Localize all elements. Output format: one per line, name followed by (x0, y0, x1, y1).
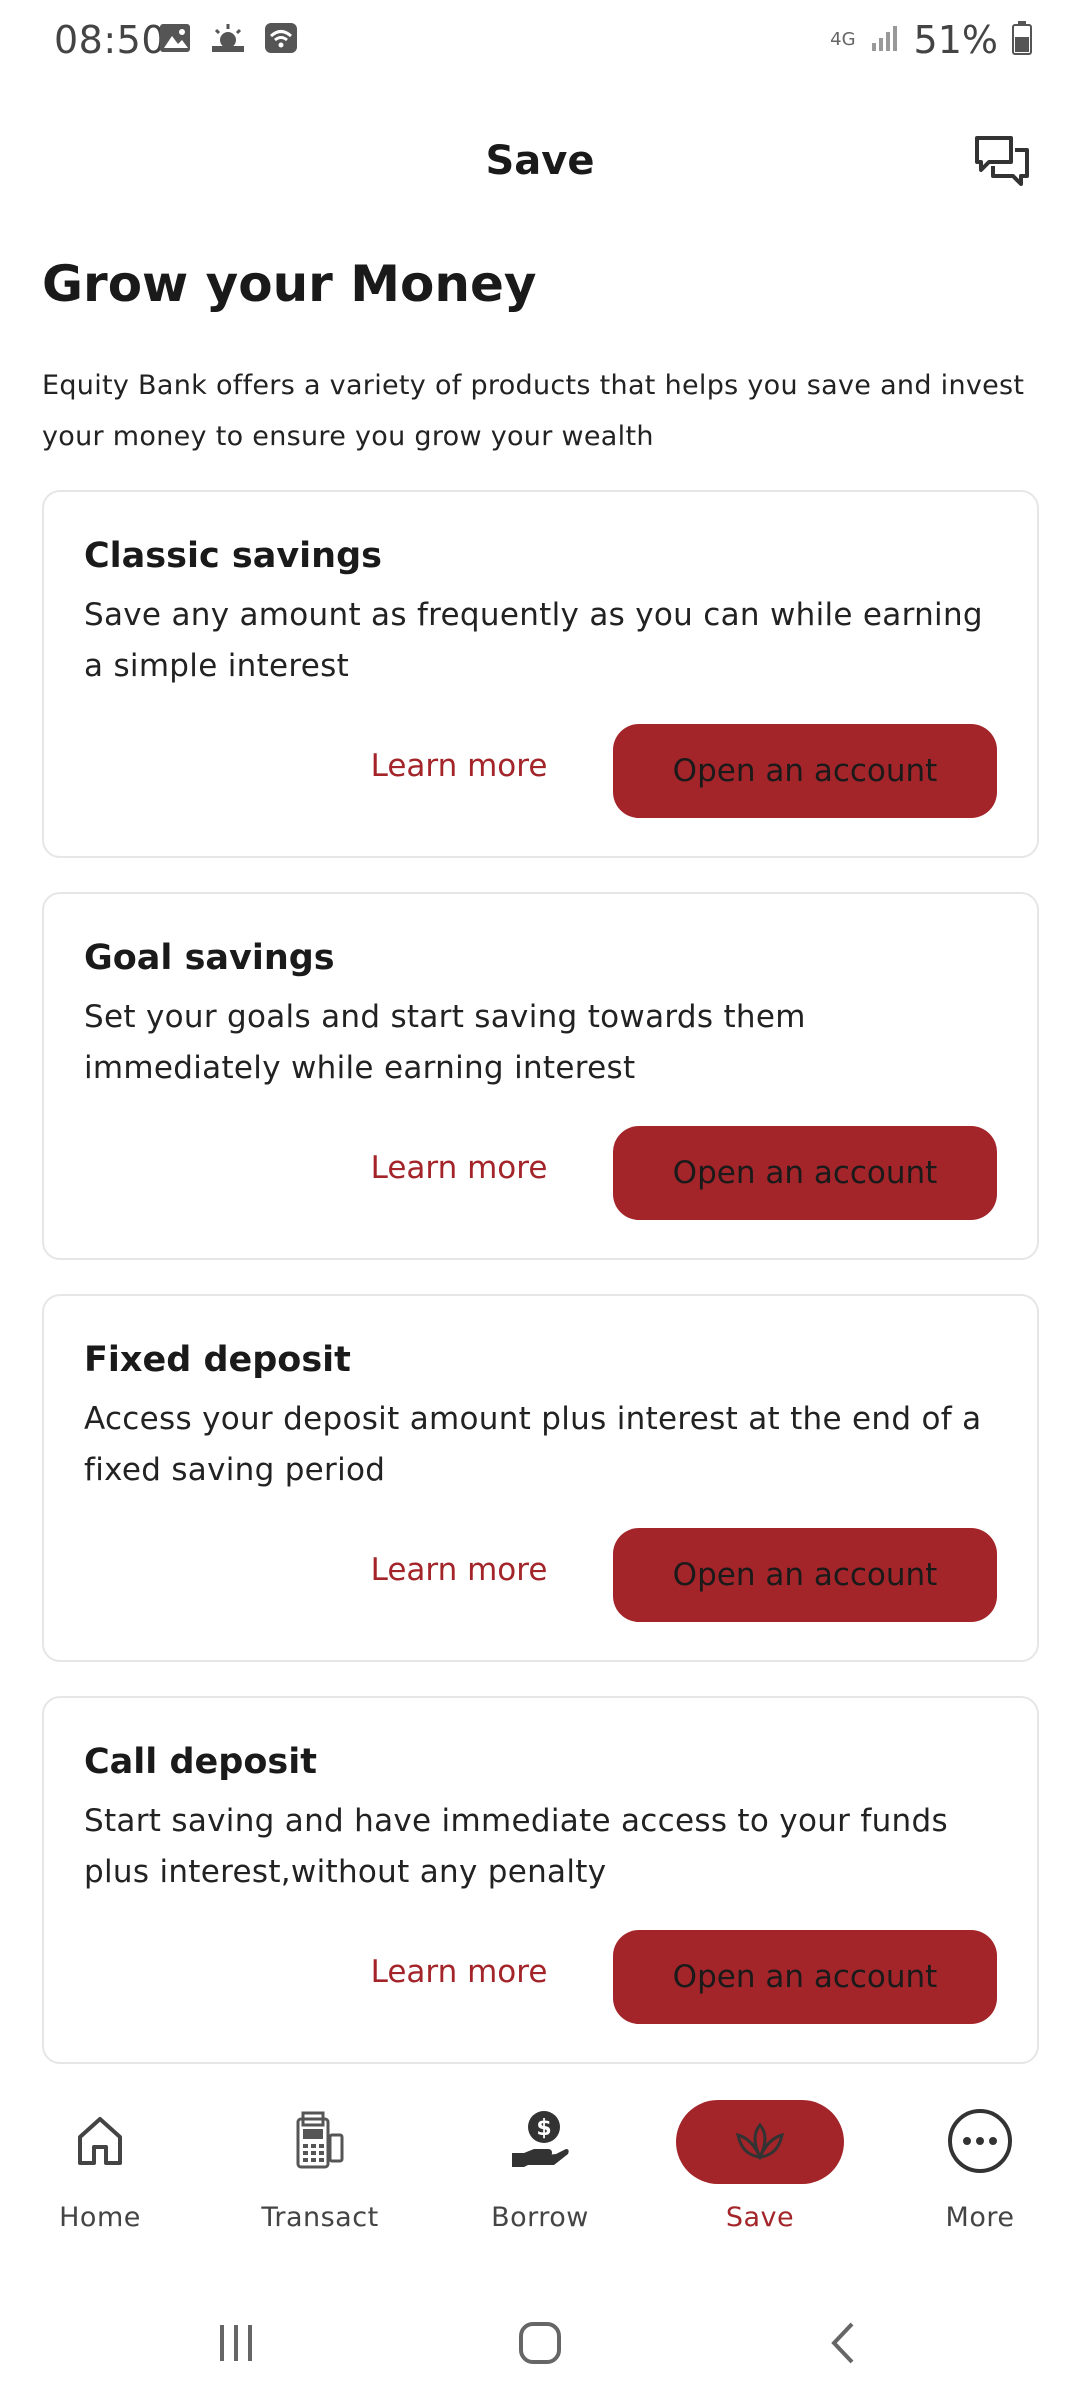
section-description: Equity Bank offers a variety of products… (42, 370, 1025, 452)
chat-button[interactable] (966, 128, 1038, 200)
money-hand-icon: $ (495, 2106, 585, 2176)
nav-label: Transact (261, 2202, 379, 2233)
bottom-navigation: Home Transact $ Borrow Save More (0, 2080, 1080, 2240)
status-time: 08:50 (54, 18, 167, 62)
nav-label: Home (59, 2202, 141, 2233)
battery-icon (1012, 21, 1032, 59)
back-chevron-icon (824, 2320, 864, 2370)
nav-label: More (945, 2202, 1015, 2233)
status-icons-left (158, 22, 298, 58)
battery-percentage: 51% (913, 18, 998, 62)
product-title: Call deposit (84, 1742, 317, 1782)
home-system-button[interactable] (500, 2310, 580, 2380)
page-title: Save (485, 138, 595, 184)
product-card-call-deposit: Call deposit Start saving and have immed… (42, 1696, 1039, 2064)
open-account-button[interactable]: Open an account (613, 724, 997, 818)
product-description: Set your goals and start saving towards … (84, 999, 806, 1086)
open-account-button[interactable]: Open an account (613, 1528, 997, 1622)
wifi-icon (264, 22, 298, 58)
nav-item-more[interactable]: More (880, 2096, 1080, 2236)
nav-item-home[interactable]: Home (0, 2096, 200, 2236)
weather-icon (210, 22, 246, 58)
learn-more-link[interactable]: Learn more (344, 1138, 574, 1198)
nav-item-transact[interactable]: Transact (220, 2096, 420, 2236)
signal-icon (870, 23, 900, 57)
nav-item-borrow[interactable]: $ Borrow (440, 2096, 640, 2236)
app-header: Save (0, 120, 1080, 210)
home-icon (55, 2106, 145, 2176)
product-description: Save any amount as frequently as you can… (84, 597, 983, 684)
svg-text:$: $ (536, 2116, 551, 2141)
home-square-icon (517, 2320, 563, 2370)
nav-item-save[interactable]: Save (660, 2096, 860, 2236)
recent-apps-icon (214, 2321, 258, 2369)
learn-more-link[interactable]: Learn more (344, 1540, 574, 1600)
back-button[interactable] (804, 2310, 884, 2380)
pos-terminal-icon (275, 2106, 365, 2176)
product-card-classic-savings: Classic savings Save any amount as frequ… (42, 490, 1039, 858)
product-card-goal-savings: Goal savings Set your goals and start sa… (42, 892, 1039, 1260)
product-description: Access your deposit amount plus interest… (84, 1401, 982, 1488)
product-description: Start saving and have immediate access t… (84, 1803, 948, 1890)
product-title: Fixed deposit (84, 1340, 351, 1380)
recent-apps-button[interactable] (196, 2310, 276, 2380)
open-account-button[interactable]: Open an account (613, 1930, 997, 2024)
learn-more-link[interactable]: Learn more (344, 736, 574, 796)
system-navigation-bar (0, 2290, 1080, 2400)
lotus-icon (676, 2100, 844, 2184)
open-account-button[interactable]: Open an account (613, 1126, 997, 1220)
status-icons-right: 4G 51% (830, 18, 1032, 62)
network-type: 4G (830, 29, 856, 50)
product-card-fixed-deposit: Fixed deposit Access your deposit amount… (42, 1294, 1039, 1662)
status-bar: 08:50 4G 51% (0, 0, 1080, 80)
product-title: Goal savings (84, 938, 335, 978)
chat-icon (973, 134, 1031, 194)
product-title: Classic savings (84, 536, 382, 576)
learn-more-link[interactable]: Learn more (344, 1942, 574, 2002)
gallery-icon (158, 22, 192, 58)
nav-label: Borrow (491, 2202, 589, 2233)
section-heading: Grow your Money (42, 255, 537, 313)
nav-label: Save (725, 2202, 795, 2233)
more-icon (935, 2106, 1025, 2176)
